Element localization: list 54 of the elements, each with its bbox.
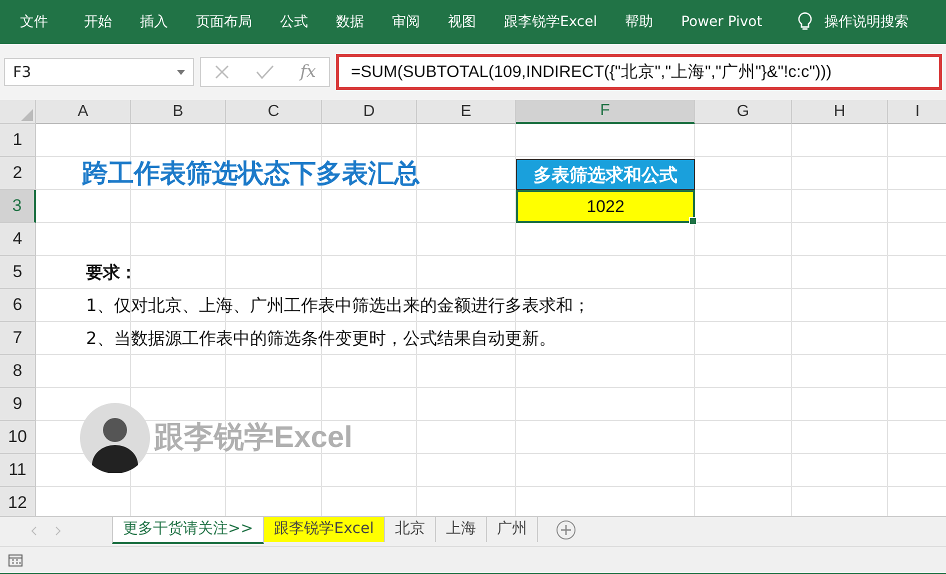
- requirement-text: 要求：: [85, 262, 138, 284]
- column-header[interactable]: H: [792, 100, 888, 124]
- cancel-icon[interactable]: [214, 64, 230, 80]
- select-all-corner[interactable]: [0, 100, 36, 124]
- row-header[interactable]: 3: [0, 190, 36, 223]
- column-header[interactable]: G: [695, 100, 792, 124]
- row-header[interactable]: 1: [0, 124, 36, 157]
- result-value-cell[interactable]: 1022: [516, 190, 695, 223]
- row-header[interactable]: 11: [0, 454, 36, 487]
- logo-text: 跟李锐学Excel: [154, 420, 352, 456]
- ribbon-tab[interactable]: 开始: [84, 13, 112, 31]
- row-header[interactable]: 10: [0, 421, 36, 454]
- row-header[interactable]: 2: [0, 157, 36, 190]
- ribbon-tab[interactable]: 文件: [20, 13, 48, 31]
- ribbon-tab[interactable]: 页面布局: [196, 13, 252, 31]
- row-header[interactable]: 7: [0, 322, 36, 355]
- row-header[interactable]: 12: [0, 487, 36, 516]
- formula-input[interactable]: =SUM(SUBTOTAL(109,INDIRECT({"北京","上海","广州"}&"!c:c"))): [336, 54, 942, 90]
- add-sheet-icon[interactable]: [556, 520, 576, 540]
- column-header[interactable]: E: [417, 100, 516, 124]
- column-header[interactable]: D: [322, 100, 417, 124]
- tell-me-search[interactable]: 操作说明搜索: [824, 13, 908, 31]
- column-header[interactable]: I: [888, 100, 946, 124]
- ribbon-tab[interactable]: 视图: [448, 13, 476, 31]
- column-header[interactable]: A: [36, 100, 131, 124]
- ribbon-tab[interactable]: 帮助: [625, 13, 654, 31]
- corner-triangle-icon: [21, 109, 33, 121]
- avatar-silhouette-icon: [80, 402, 150, 472]
- ribbon-tab[interactable]: 跟李锐学Excel: [504, 13, 598, 31]
- sheet-tab[interactable]: 跟李锐学Excel: [264, 517, 385, 542]
- column-header[interactable]: B: [131, 100, 226, 124]
- ribbon-tab[interactable]: Power Pivot: [681, 14, 762, 30]
- requirement-text: 2、当数据源工作表中的筛选条件变更时，公式结果自动更新。: [85, 328, 557, 350]
- ribbon-tab[interactable]: 数据: [336, 13, 364, 31]
- scroll-right-icon[interactable]: [54, 526, 62, 536]
- result-header-cell: 多表筛选求和公式: [516, 159, 695, 190]
- row-header[interactable]: 9: [0, 388, 36, 421]
- ribbon-tab[interactable]: 审阅: [392, 13, 420, 31]
- ribbon-tab[interactable]: 插入: [140, 13, 168, 31]
- row-header[interactable]: 4: [0, 223, 36, 256]
- row-header[interactable]: 5: [0, 256, 36, 289]
- dropdown-icon: [177, 70, 185, 74]
- requirement-text: 1、仅对北京、上海、广州工作表中筛选出来的金额进行多表求和；: [85, 295, 591, 317]
- macro-record-icon[interactable]: [8, 553, 24, 567]
- row-header[interactable]: 6: [0, 289, 36, 322]
- ribbon-tab[interactable]: 公式: [280, 13, 308, 31]
- column-header[interactable]: C: [226, 100, 322, 124]
- row-header[interactable]: 8: [0, 355, 36, 388]
- column-header[interactable]: F: [516, 100, 695, 124]
- lightbulb-icon: [798, 12, 812, 32]
- sheet-tab[interactable]: 更多干货请关注>>: [112, 517, 264, 544]
- name-box[interactable]: F3: [4, 58, 194, 86]
- scroll-left-icon[interactable]: [30, 526, 38, 536]
- check-icon[interactable]: [256, 65, 274, 79]
